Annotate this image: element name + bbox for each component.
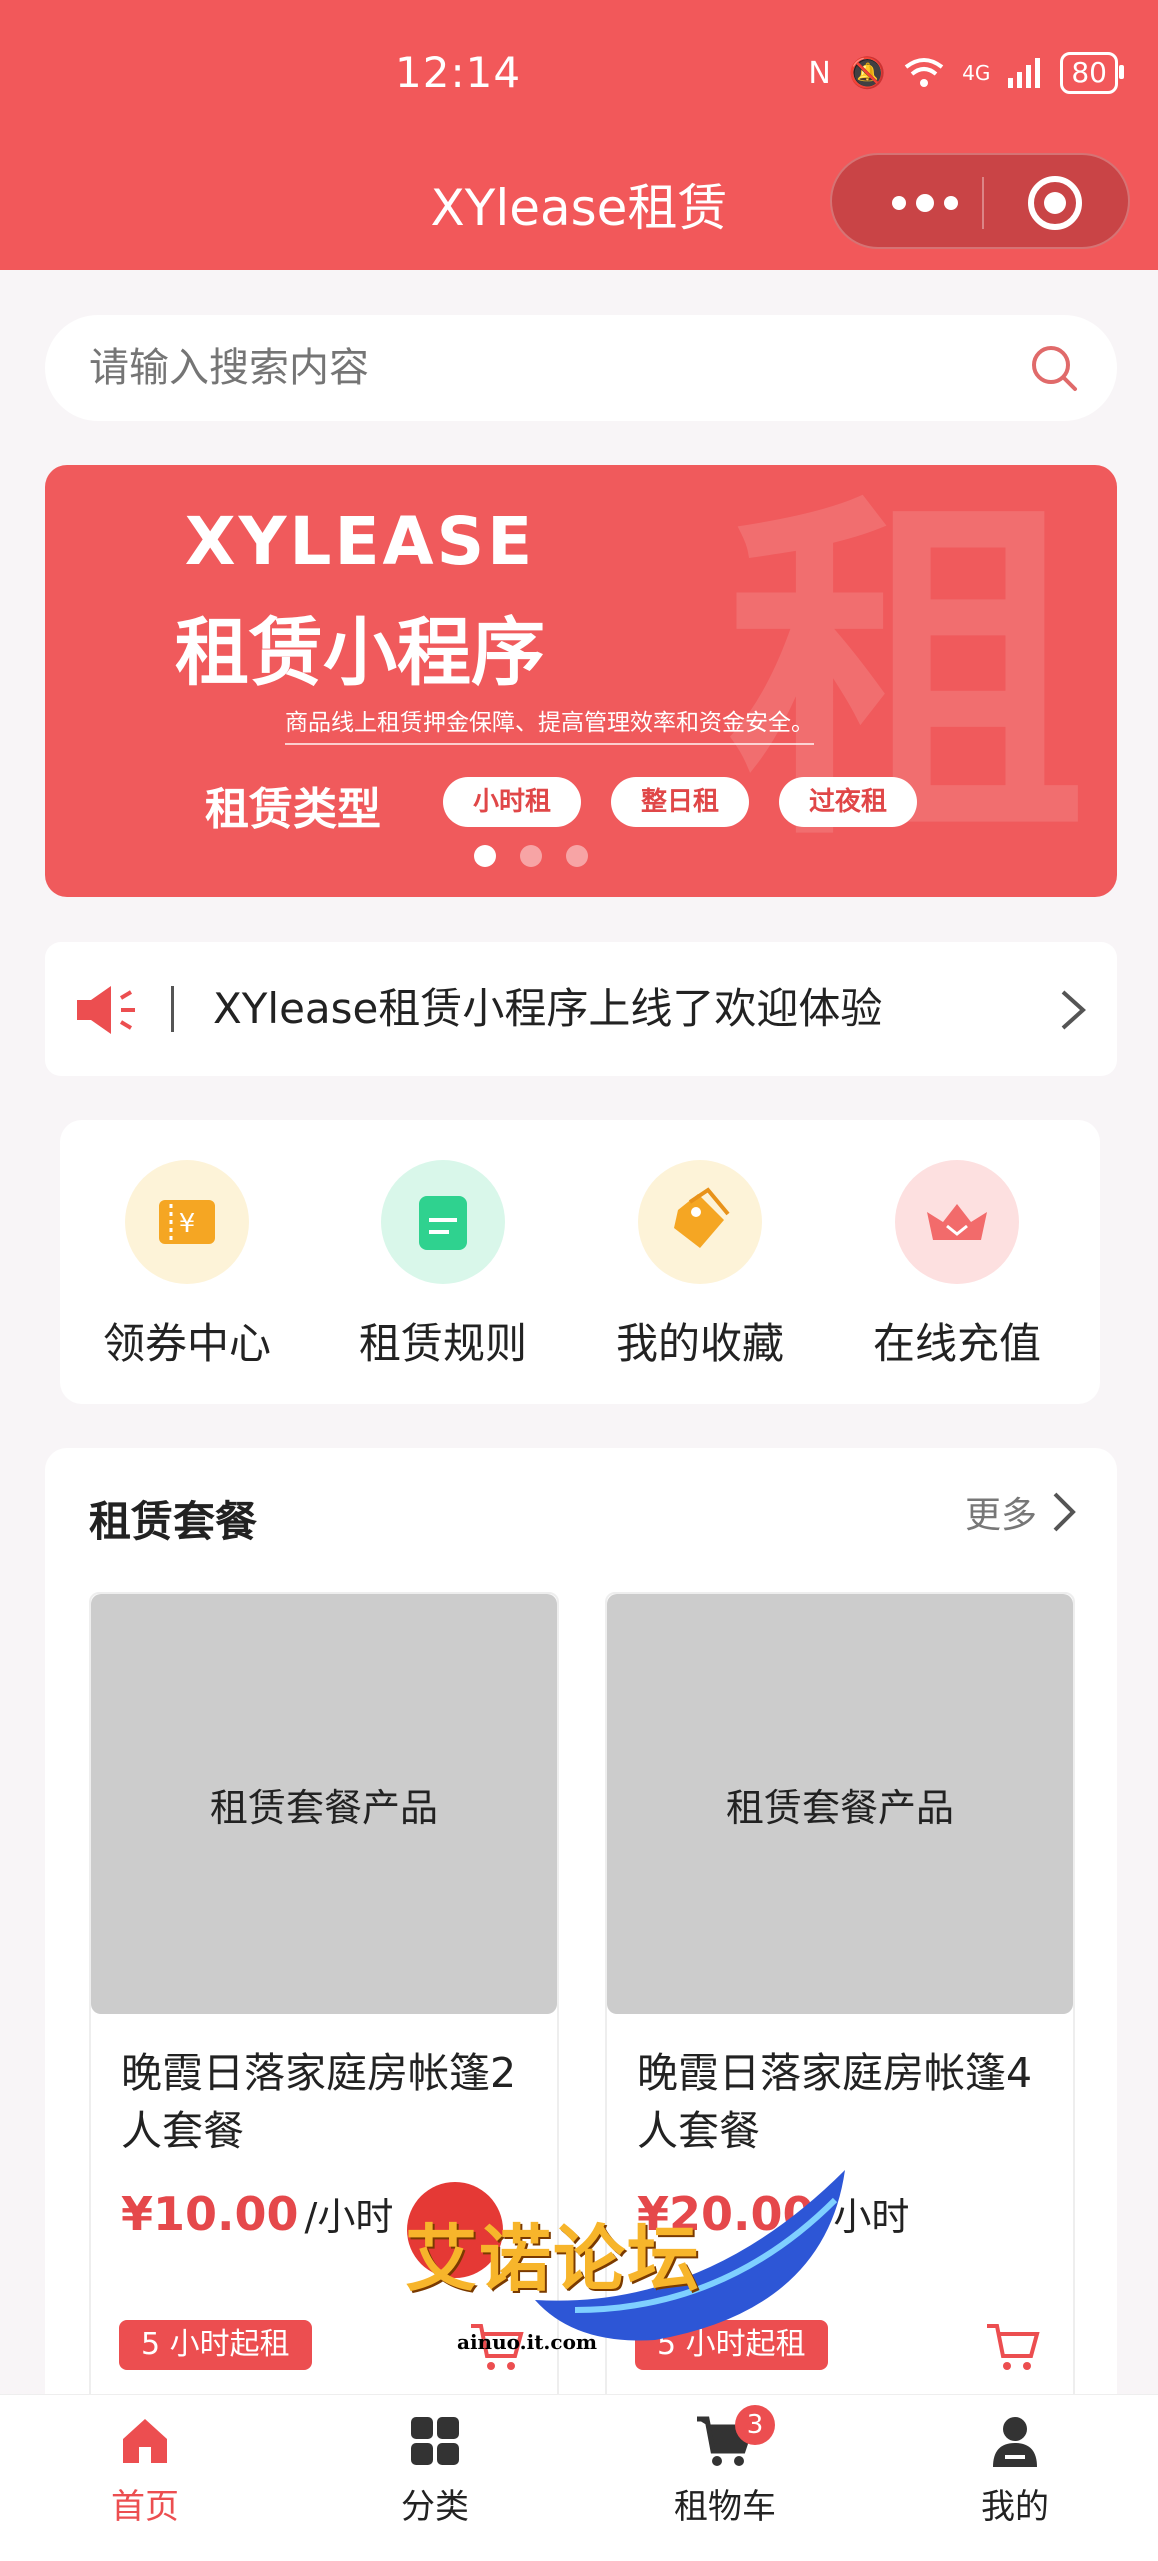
category-icon bbox=[411, 2417, 459, 2465]
capsule-divider bbox=[982, 177, 984, 229]
search-bar bbox=[45, 315, 1117, 421]
quick-nav-label: 在线充值 bbox=[872, 1319, 1041, 1368]
package-image-placeholder: 租赁套餐产品 bbox=[91, 1594, 557, 2014]
banner-chips: 小时租 整日租 过夜租 bbox=[443, 777, 918, 827]
package-price-unit: /小时 bbox=[304, 2195, 394, 2239]
nfc-icon: N bbox=[808, 55, 831, 91]
carousel-indicator bbox=[45, 845, 1067, 867]
carousel-dot[interactable] bbox=[566, 845, 588, 867]
notice-divider bbox=[171, 986, 174, 1032]
tab-cart[interactable]: 3 租物车 bbox=[645, 2405, 805, 2528]
package-name: 晚霞日落家庭房帐篷4人套餐 bbox=[637, 2049, 1033, 2155]
carousel-dot[interactable] bbox=[474, 845, 496, 867]
more-link[interactable]: 更多 bbox=[965, 1486, 1077, 1538]
quick-nav-my-favorites[interactable]: 我的收藏 bbox=[600, 1160, 800, 1371]
tab-home[interactable]: 首页 bbox=[65, 2413, 225, 2528]
tab-label: 我的 bbox=[981, 2487, 1049, 2527]
wifi-icon bbox=[904, 58, 944, 87]
package-image-placeholder: 租赁套餐产品 bbox=[607, 1594, 1073, 2014]
carousel-dot[interactable] bbox=[520, 845, 542, 867]
megaphone-icon bbox=[77, 986, 135, 1034]
chip-daily: 整日租 bbox=[611, 777, 750, 827]
network-type: 4G bbox=[962, 61, 991, 85]
promo-banner[interactable]: 租 XYLEASE 租赁小程序 商品线上租赁押金保障、提高管理效率和资金安全。 … bbox=[45, 465, 1117, 897]
battery-indicator: 80 bbox=[1060, 52, 1124, 94]
minimum-rental-tag: 5 小时起租 bbox=[119, 2320, 312, 2370]
banner-title: 租赁小程序 bbox=[175, 610, 545, 696]
section-title: 租赁套餐 bbox=[89, 1497, 258, 1546]
favorite-tag-icon bbox=[638, 1160, 762, 1284]
quick-nav: ¥ 领券中心 租赁规则 我的收藏 在线充值 bbox=[60, 1120, 1100, 1404]
chevron-right-icon[interactable] bbox=[1059, 988, 1087, 1032]
search-icon[interactable] bbox=[1029, 343, 1079, 393]
tab-label: 租物车 bbox=[674, 2487, 776, 2527]
add-to-cart-icon[interactable] bbox=[983, 2320, 1041, 2374]
tab-label: 分类 bbox=[401, 2487, 469, 2527]
mute-icon: 🔕 bbox=[848, 55, 887, 91]
quick-nav-label: 租赁规则 bbox=[358, 1319, 527, 1368]
recharge-icon bbox=[895, 1160, 1019, 1284]
quick-nav-coupon-center[interactable]: ¥ 领券中心 bbox=[87, 1160, 287, 1371]
forum-watermark: 艾诺论坛 ainuo.it.com bbox=[405, 2160, 855, 2354]
svg-text:¥: ¥ bbox=[179, 1209, 196, 1239]
rules-icon bbox=[381, 1160, 505, 1284]
coupon-icon: ¥ bbox=[125, 1160, 249, 1284]
quick-nav-label: 我的收藏 bbox=[615, 1319, 784, 1368]
quick-nav-label: 领券中心 bbox=[102, 1319, 271, 1368]
more-label: 更多 bbox=[964, 1495, 1037, 1536]
search-input[interactable] bbox=[89, 315, 989, 421]
tab-profile[interactable]: 我的 bbox=[935, 2413, 1095, 2528]
watermark-url: ainuo.it.com bbox=[457, 2330, 598, 2354]
notice-text: XYlease租赁小程序上线了欢迎体验 bbox=[213, 984, 883, 1033]
status-time: 12:14 bbox=[395, 48, 522, 97]
package-name: 晚霞日落家庭房帐篷2人套餐 bbox=[121, 2049, 517, 2155]
banner-brand: XYLEASE bbox=[184, 503, 536, 580]
home-icon bbox=[123, 2419, 167, 2463]
notice-bar[interactable]: XYlease租赁小程序上线了欢迎体验 bbox=[45, 942, 1117, 1076]
tab-label: 首页 bbox=[111, 2487, 179, 2527]
bottom-tab-bar: 首页 分类 3 租物车 我的 bbox=[0, 2394, 1158, 2561]
chip-overnight: 过夜租 bbox=[779, 777, 918, 827]
quick-nav-rental-rules[interactable]: 租赁规则 bbox=[343, 1160, 543, 1371]
close-program-icon[interactable] bbox=[1028, 176, 1082, 230]
package-price: ¥10.00 bbox=[121, 2187, 299, 2241]
more-options-icon[interactable] bbox=[870, 175, 980, 231]
watermark-text: 艾诺论坛 bbox=[405, 2217, 702, 2301]
tab-category[interactable]: 分类 bbox=[355, 2413, 515, 2528]
top-bar: 12:14 N 🔕 4G 80 XYlease租赁 bbox=[0, 0, 1158, 270]
cart-badge: 3 bbox=[735, 2405, 775, 2445]
signal-icon bbox=[1008, 58, 1041, 88]
chip-hourly: 小时租 bbox=[443, 777, 582, 827]
status-icons: N 🔕 4G 80 bbox=[808, 52, 1124, 94]
chevron-right-icon bbox=[1053, 1492, 1076, 1532]
mini-program-capsule bbox=[830, 153, 1130, 249]
banner-description: 商品线上租赁押金保障、提高管理效率和资金安全。 bbox=[285, 703, 814, 745]
banner-type-label: 租赁类型 bbox=[205, 784, 381, 835]
quick-nav-online-recharge[interactable]: 在线充值 bbox=[857, 1160, 1057, 1371]
profile-icon bbox=[993, 2417, 1037, 2467]
